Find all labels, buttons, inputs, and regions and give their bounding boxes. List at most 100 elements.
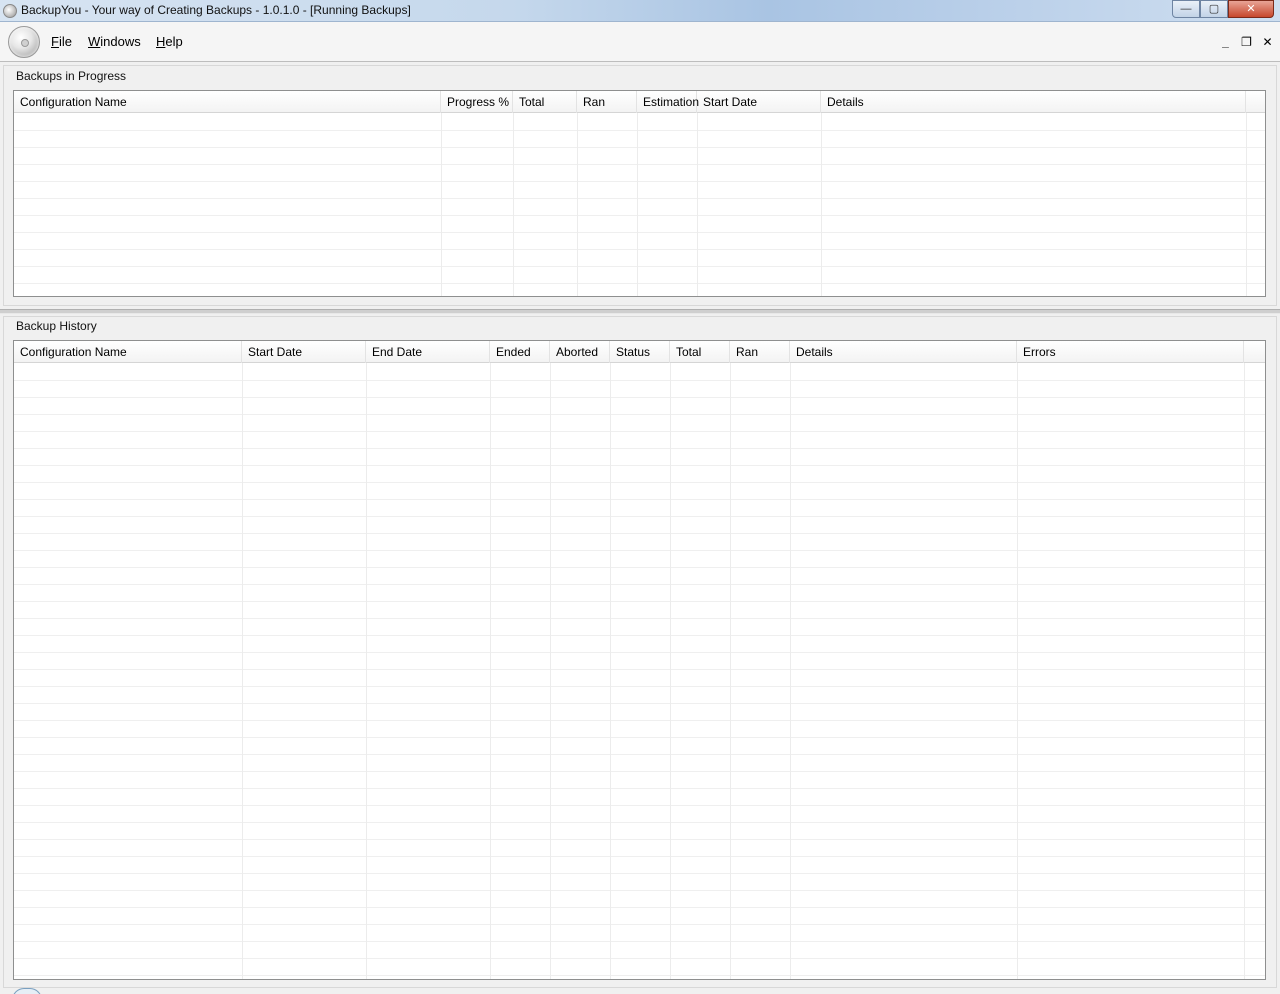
app-icon	[3, 4, 17, 18]
grid-row-separator	[14, 924, 1265, 925]
app-orb-icon[interactable]	[8, 26, 40, 58]
grid-row-separator	[14, 567, 1265, 568]
history-grid[interactable]: Configuration Name Start Date End Date E…	[13, 340, 1266, 980]
grid-row-separator	[14, 164, 1265, 165]
menu-help-label: elp	[165, 34, 183, 49]
col-ran[interactable]: Ran	[577, 91, 637, 113]
grid-column-separator	[1244, 363, 1245, 979]
window-controls: — ▢ ✕	[1172, 0, 1274, 19]
grid-row-separator	[14, 283, 1265, 284]
grid-row-separator	[14, 431, 1265, 432]
progress-grid-header: Configuration Name Progress % Total Ran …	[14, 91, 1265, 113]
grid-row-separator	[14, 181, 1265, 182]
grid-column-separator	[697, 113, 698, 296]
grid-row-separator	[14, 232, 1265, 233]
grid-row-separator	[14, 975, 1265, 976]
grid-column-separator	[490, 363, 491, 979]
col-status[interactable]: Status	[610, 341, 670, 363]
grid-column-separator	[550, 363, 551, 979]
grid-row-separator	[14, 839, 1265, 840]
grid-column-separator	[441, 113, 442, 296]
col-errors[interactable]: Errors	[1017, 341, 1244, 363]
grid-column-separator	[1017, 363, 1018, 979]
menu-help-accel: H	[156, 34, 166, 49]
grid-row-separator	[14, 249, 1265, 250]
menu-help[interactable]: Help	[156, 34, 183, 49]
close-button[interactable]: ✕	[1228, 0, 1274, 18]
col-end-date[interactable]: End Date	[366, 341, 490, 363]
col-start-date[interactable]: Start Date	[697, 91, 821, 113]
mdi-controls: _ ❐ ✕	[1219, 35, 1274, 48]
mdi-close-button[interactable]: ✕	[1261, 35, 1274, 48]
grid-row-separator	[14, 652, 1265, 653]
grid-row-separator	[14, 414, 1265, 415]
title-bar: BackupYou - Your way of Creating Backups…	[0, 0, 1280, 22]
col-aborted[interactable]: Aborted	[550, 341, 610, 363]
col-configuration-name[interactable]: Configuration Name	[14, 91, 441, 113]
col-ran[interactable]: Ran	[730, 341, 790, 363]
menu-file-label: ile	[58, 34, 72, 49]
grid-row-separator	[14, 601, 1265, 602]
col-total[interactable]: Total	[670, 341, 730, 363]
minimize-button[interactable]: —	[1172, 0, 1200, 18]
menu-bar: File Windows Help _ ❐ ✕	[0, 22, 1280, 62]
grid-row-separator	[14, 499, 1265, 500]
grid-column-separator	[637, 113, 638, 296]
grid-row-separator	[14, 147, 1265, 148]
grid-column-separator	[670, 363, 671, 979]
grid-row-separator	[14, 669, 1265, 670]
grid-row-separator	[14, 805, 1265, 806]
grid-column-separator	[366, 363, 367, 979]
grid-row-separator	[14, 703, 1265, 704]
col-details[interactable]: Details	[821, 91, 1246, 113]
col-estimation[interactable]: Estimation	[637, 91, 699, 113]
mdi-restore-button[interactable]: ❐	[1240, 35, 1253, 48]
grid-row-separator	[14, 533, 1265, 534]
grid-row-separator	[14, 686, 1265, 687]
panel-splitter[interactable]	[0, 309, 1280, 314]
grid-row-separator	[14, 380, 1265, 381]
grid-row-separator	[14, 584, 1265, 585]
grid-row-separator	[14, 635, 1265, 636]
grid-row-separator	[14, 788, 1265, 789]
status-orb-icon	[12, 988, 42, 994]
mdi-minimize-button[interactable]: _	[1219, 35, 1232, 48]
menu-windows[interactable]: Windows	[88, 34, 141, 49]
col-details[interactable]: Details	[790, 341, 1017, 363]
col-ended[interactable]: Ended	[490, 341, 550, 363]
col-total[interactable]: Total	[513, 91, 577, 113]
grid-row-separator	[14, 958, 1265, 959]
grid-row-separator	[14, 215, 1265, 216]
grid-column-separator	[610, 363, 611, 979]
history-panel-title: Backup History	[16, 319, 97, 333]
grid-row-separator	[14, 941, 1265, 942]
grid-row-separator	[14, 737, 1265, 738]
progress-panel-title: Backups in Progress	[16, 69, 127, 83]
grid-row-separator	[14, 720, 1265, 721]
history-grid-header: Configuration Name Start Date End Date E…	[14, 341, 1265, 363]
grid-row-separator	[14, 397, 1265, 398]
grid-column-separator	[577, 113, 578, 296]
col-configuration-name[interactable]: Configuration Name	[14, 341, 242, 363]
grid-row-separator	[14, 448, 1265, 449]
grid-row-separator	[14, 130, 1265, 131]
menu-file[interactable]: File	[51, 34, 72, 49]
grid-row-separator	[14, 482, 1265, 483]
grid-column-separator	[242, 363, 243, 979]
grid-row-separator	[14, 516, 1265, 517]
grid-column-separator	[821, 113, 822, 296]
grid-row-separator	[14, 465, 1265, 466]
grid-row-separator	[14, 907, 1265, 908]
grid-row-separator	[14, 822, 1265, 823]
menu-file-accel: F	[51, 34, 59, 49]
menu-windows-accel: W	[88, 34, 101, 49]
grid-row-separator	[14, 856, 1265, 857]
col-start-date[interactable]: Start Date	[242, 341, 366, 363]
col-progress[interactable]: Progress %	[441, 91, 513, 113]
grid-row-separator	[14, 266, 1265, 267]
maximize-button[interactable]: ▢	[1200, 0, 1228, 18]
progress-grid[interactable]: Configuration Name Progress % Total Ran …	[13, 90, 1266, 297]
grid-row-separator	[14, 550, 1265, 551]
grid-column-separator	[513, 113, 514, 296]
grid-row-separator	[14, 618, 1265, 619]
